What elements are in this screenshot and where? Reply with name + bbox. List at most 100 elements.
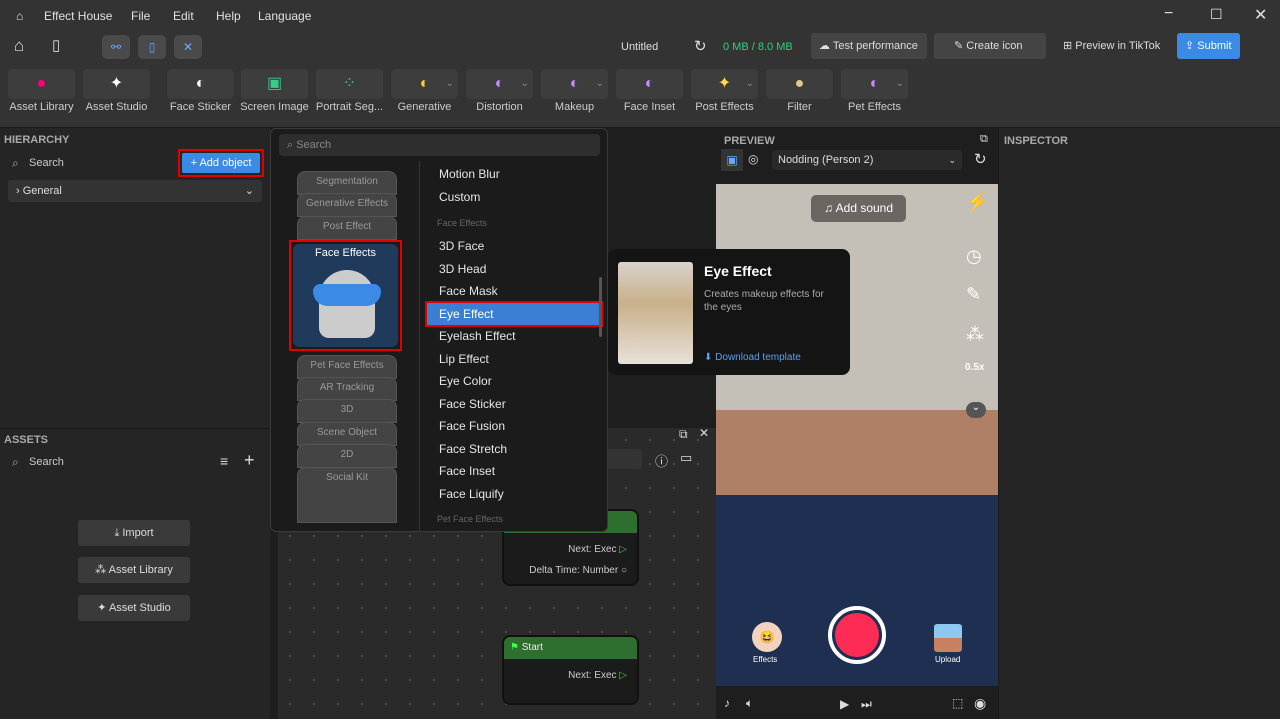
- speed-label[interactable]: 0.5x: [965, 362, 984, 373]
- upload-icon[interactable]: [934, 624, 962, 652]
- info-icon[interactable]: ⓘ: [655, 451, 668, 470]
- menu-scrollbar[interactable]: [599, 277, 602, 337]
- tool-generative[interactable]: ◐ ⌄: [391, 69, 458, 99]
- preview-mode-icon[interactable]: ▣: [721, 149, 743, 171]
- play-icon[interactable]: ▶: [840, 697, 849, 711]
- menu-edit[interactable]: Edit: [173, 9, 194, 23]
- next-exec-pin[interactable]: Next: Exec ▷: [568, 670, 627, 681]
- menu-item-face-inset[interactable]: Face Inset: [427, 460, 601, 482]
- window-icon[interactable]: ▭: [680, 450, 692, 466]
- menu-language[interactable]: Language: [258, 9, 311, 23]
- record-stop-icon[interactable]: ◉: [974, 695, 986, 712]
- category-segmentation[interactable]: Segmentation: [297, 171, 397, 195]
- category-face-effects[interactable]: Face Effects: [293, 244, 398, 347]
- timer-icon[interactable]: ◷: [966, 246, 982, 267]
- delta-time-pin[interactable]: Delta Time: Number ○: [529, 565, 627, 576]
- beauty-wand-icon[interactable]: ✎: [966, 284, 981, 305]
- filter-icon[interactable]: ≡: [220, 453, 228, 469]
- reload-icon[interactable]: ↻: [974, 150, 987, 168]
- add-object-button[interactable]: + Add object: [182, 153, 260, 173]
- chevron-down-icon: ⌄: [244, 185, 254, 197]
- filters-icon[interactable]: ⁂: [966, 324, 984, 345]
- effects-icon[interactable]: 😆: [752, 622, 782, 652]
- category-post-effect[interactable]: Post Effect: [297, 216, 397, 240]
- close-button[interactable]: ✕: [1254, 5, 1267, 25]
- minimize-button[interactable]: −: [1164, 5, 1173, 23]
- submit-button[interactable]: ⇪ Submit: [1177, 33, 1240, 59]
- tool-face-inset[interactable]: ◐: [616, 69, 683, 99]
- menu-help[interactable]: Help: [216, 9, 241, 23]
- category-scene-object[interactable]: Scene Object: [297, 422, 397, 446]
- tool-portrait-seg[interactable]: ⁘: [316, 69, 383, 99]
- tool-makeup[interactable]: ◐ ⌄: [541, 69, 608, 99]
- category-2d[interactable]: 2D: [297, 444, 397, 468]
- add-icon[interactable]: +: [244, 450, 255, 471]
- download-template-link[interactable]: ⬇ Download template: [704, 352, 801, 363]
- tool-filter[interactable]: ●: [766, 69, 833, 99]
- volume-icon[interactable]: 🔈︎: [746, 696, 753, 711]
- menu-item-eyelash-effect[interactable]: Eyelash Effect: [427, 325, 601, 347]
- book-icon[interactable]: ▯: [52, 36, 60, 54]
- crop-icon[interactable]: ⬚: [952, 696, 963, 710]
- menu-search-input[interactable]: ⌕ Search: [279, 134, 600, 156]
- tiktok-icon[interactable]: ♪: [724, 696, 730, 710]
- import-button[interactable]: ⤓ Import: [78, 520, 190, 546]
- menu-file[interactable]: File: [131, 9, 150, 23]
- category-generative-effects[interactable]: Generative Effects: [297, 193, 397, 217]
- record-button[interactable]: [828, 606, 886, 664]
- add-sound-button[interactable]: ♫ Add sound: [811, 195, 906, 222]
- asset-library-button[interactable]: ⁂ Asset Library: [78, 557, 190, 583]
- chevron-down-icon[interactable]: ⌄: [896, 69, 904, 99]
- graph-view-icon[interactable]: ⚯: [102, 35, 130, 59]
- camera-icon[interactable]: ◎: [748, 152, 758, 166]
- close-icon[interactable]: ✕: [699, 426, 709, 440]
- tool-asset-library[interactable]: ●: [8, 69, 75, 99]
- tool-pet-effects[interactable]: ◐ ⌄: [841, 69, 908, 99]
- preview-tiktok-button[interactable]: ⊞ Preview in TikTok: [1055, 33, 1173, 59]
- chevron-down-icon[interactable]: ⌄: [746, 69, 754, 99]
- hierarchy-search-input[interactable]: Search: [29, 157, 64, 169]
- menu-item-custom[interactable]: Custom: [427, 186, 601, 208]
- menu-item-3d-head[interactable]: 3D Head: [427, 258, 601, 280]
- tools-icon[interactable]: ✕: [174, 35, 202, 59]
- more-chevron-icon[interactable]: ⌄: [966, 402, 986, 418]
- popout-icon[interactable]: ⧉: [980, 133, 988, 146]
- menu-item-eye-color[interactable]: Eye Color: [427, 370, 601, 392]
- scene-select[interactable]: Nodding (Person 2) ⌄: [772, 150, 962, 170]
- menu-item-3d-face[interactable]: 3D Face: [427, 235, 601, 257]
- menu-item-face-fusion[interactable]: Face Fusion: [427, 415, 601, 437]
- menu-item-face-liquify[interactable]: Face Liquify: [427, 483, 601, 505]
- tool-face-sticker[interactable]: ◐: [167, 69, 234, 99]
- menu-item-eye-effect[interactable]: Eye Effect: [425, 300, 603, 327]
- general-layer[interactable]: › General ⌄: [8, 180, 262, 202]
- menu-item-motion-blur[interactable]: Motion Blur: [427, 163, 601, 185]
- refresh-icon[interactable]: ↻: [694, 37, 707, 55]
- flash-icon[interactable]: ⚡: [966, 192, 988, 213]
- maximize-button[interactable]: ☐: [1210, 6, 1223, 23]
- chevron-down-icon[interactable]: ⌄: [596, 69, 604, 99]
- asset-studio-button[interactable]: ✦ Asset Studio: [78, 595, 190, 621]
- category-pet-face-effects[interactable]: Pet Face Effects: [297, 355, 397, 379]
- start-node[interactable]: ⚑ Start Next: Exec ▷: [502, 635, 639, 705]
- step-forward-icon[interactable]: ⏭︎: [861, 697, 872, 712]
- home-icon[interactable]: ⌂: [14, 36, 24, 56]
- create-icon-button[interactable]: ✎ Create icon: [934, 33, 1046, 59]
- tool-asset-studio[interactable]: ✦: [83, 69, 150, 99]
- category-social-kit[interactable]: Social Kit: [297, 467, 397, 523]
- tool-screen-image[interactable]: ▣: [241, 69, 308, 99]
- assets-search-input[interactable]: Search: [29, 456, 64, 468]
- category-3d[interactable]: 3D: [297, 399, 397, 423]
- chevron-down-icon[interactable]: ⌄: [521, 69, 529, 99]
- test-performance-button[interactable]: ☁ Test performance: [811, 33, 927, 59]
- category-ar-tracking[interactable]: AR Tracking: [297, 377, 397, 401]
- popout-icon[interactable]: ⧉: [679, 427, 688, 442]
- menu-item-face-sticker[interactable]: Face Sticker: [427, 393, 601, 415]
- chevron-down-icon[interactable]: ⌄: [446, 69, 454, 99]
- menu-item-face-mask[interactable]: Face Mask: [427, 280, 601, 302]
- next-exec-pin[interactable]: Next: Exec ▷: [568, 544, 627, 555]
- menu-item-lip-effect[interactable]: Lip Effect: [427, 348, 601, 370]
- tool-post-effects[interactable]: ✦ ⌄: [691, 69, 758, 99]
- phone-view-icon[interactable]: ▯: [138, 35, 166, 59]
- menu-item-face-stretch[interactable]: Face Stretch: [427, 438, 601, 460]
- tool-distortion[interactable]: ◐ ⌄: [466, 69, 533, 99]
